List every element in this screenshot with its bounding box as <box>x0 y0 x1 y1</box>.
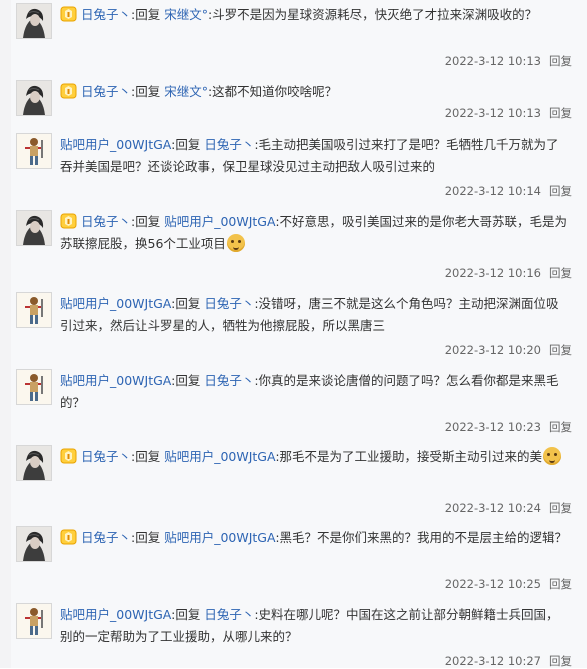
comment-text: :这都不知道你咬啥呢？ <box>207 84 338 99</box>
smile-emoji-icon <box>226 234 245 252</box>
reply-target-link[interactable]: 日兔子丶 <box>204 137 254 152</box>
comment-text: :那毛不是为了工业援助，接受斯主动引过来的美 <box>275 449 543 464</box>
reply-to-label: :回复 <box>171 296 205 311</box>
comment-content: 日兔子丶:回复 贴吧用户_00WJtGA:那毛不是为了工业援助，接受斯主动引过来… <box>60 446 570 468</box>
reply-button[interactable]: 回复 <box>549 106 572 120</box>
comment-author-link[interactable]: 日兔子丶 <box>81 84 131 99</box>
comment-author-link[interactable]: 贴吧用户_00WJtGA <box>60 607 171 622</box>
reply-button[interactable]: 回复 <box>549 420 572 434</box>
avatar[interactable] <box>16 80 52 116</box>
reply-button[interactable]: 回复 <box>549 266 572 280</box>
reply-to-label: :回复 <box>131 530 165 545</box>
comment-meta: 2022-3-12 10:25 回复 <box>445 576 572 592</box>
comment-author-link[interactable]: 日兔子丶 <box>81 449 131 464</box>
reply-to-label: :回复 <box>171 607 205 622</box>
comment-timestamp: 2022-3-12 10:14 <box>444 184 541 198</box>
vip-badge-icon <box>60 83 77 99</box>
reply-target-link[interactable]: 日兔子丶 <box>204 607 254 622</box>
reply-to-label: :回复 <box>171 137 205 152</box>
comment-timestamp: 2022-3-12 10:16 <box>444 266 541 280</box>
page-left-strip <box>0 0 11 668</box>
vip-badge-icon <box>60 529 77 545</box>
reply-button[interactable]: 回复 <box>549 184 572 198</box>
reply-target-link[interactable]: 宋继文° <box>164 7 208 22</box>
avatar[interactable] <box>16 210 52 246</box>
avatar[interactable] <box>16 3 52 39</box>
avatar[interactable] <box>16 292 52 328</box>
reply-to-label: :回复 <box>131 449 165 464</box>
vip-badge-icon <box>60 213 77 229</box>
reply-target-link[interactable]: 日兔子丶 <box>204 373 254 388</box>
reply-to-label: :回复 <box>171 373 205 388</box>
comment-text: :黑毛？不是你们来黑的？我用的不是层主给的逻辑？ <box>275 530 568 545</box>
comment-meta: 2022-3-12 10:20 回复 <box>445 342 572 358</box>
comment-timestamp: 2022-3-12 10:27 <box>444 654 541 668</box>
reply-to-label: :回复 <box>131 214 165 229</box>
vip-badge-icon <box>60 6 77 22</box>
smug-emoji-icon <box>543 447 562 465</box>
reply-button[interactable]: 回复 <box>549 654 572 668</box>
comment-author-link[interactable]: 日兔子丶 <box>81 530 131 545</box>
avatar[interactable] <box>16 526 52 562</box>
comment-content: 贴吧用户_00WJtGA:回复 日兔子丶:你真的是来谈论唐僧的问题了吗？怎么看你… <box>60 370 570 414</box>
reply-to-label: :回复 <box>131 84 165 99</box>
comment-meta: 2022-3-12 10:13 回复 <box>445 105 572 121</box>
comment-meta: 2022-3-12 10:23 回复 <box>445 419 572 435</box>
comment-meta: 2022-3-12 10:16 回复 <box>445 265 572 281</box>
comment-author-link[interactable]: 日兔子丶 <box>81 214 131 229</box>
comment-timestamp: 2022-3-12 10:23 <box>444 420 541 434</box>
comment-content: 日兔子丶:回复 宋继文°:斗罗不是因为星球资源耗尽，快灭绝了才拉来深渊吸收的？ <box>60 4 570 26</box>
comment-content: 日兔子丶:回复 宋继文°:这都不知道你咬啥呢？ <box>60 81 570 103</box>
reply-to-label: :回复 <box>131 7 165 22</box>
reply-button[interactable]: 回复 <box>549 577 572 591</box>
comment-content: 贴吧用户_00WJtGA:回复 日兔子丶:毛主动把美国吸引过来打了是吧？毛牺牲几… <box>60 134 570 178</box>
comment-author-link[interactable]: 日兔子丶 <box>81 7 131 22</box>
comment-content: 日兔子丶:回复 贴吧用户_00WJtGA:不好意思，吸引美国过来的是你老大哥苏联… <box>60 211 570 255</box>
avatar[interactable] <box>16 445 52 481</box>
comment-author-link[interactable]: 贴吧用户_00WJtGA <box>60 296 171 311</box>
comment-meta: 2022-3-12 10:24 回复 <box>445 500 572 516</box>
comment-timestamp: 2022-3-12 10:13 <box>444 106 541 120</box>
reply-target-link[interactable]: 贴吧用户_00WJtGA <box>164 214 275 229</box>
comment-meta: 2022-3-12 10:13 回复 <box>445 53 572 69</box>
comment-content: 贴吧用户_00WJtGA:回复 日兔子丶:没错呀，唐三不就是这么个角色吗？主动把… <box>60 293 570 337</box>
comment-meta: 2022-3-12 10:27 回复 <box>445 653 572 669</box>
reply-button[interactable]: 回复 <box>549 54 572 68</box>
comment-author-link[interactable]: 贴吧用户_00WJtGA <box>60 373 171 388</box>
reply-target-link[interactable]: 贴吧用户_00WJtGA <box>164 530 275 545</box>
vip-badge-icon <box>60 448 77 464</box>
comment-timestamp: 2022-3-12 10:24 <box>444 501 541 515</box>
reply-target-link[interactable]: 宋继文° <box>164 84 208 99</box>
comment-timestamp: 2022-3-12 10:25 <box>444 577 541 591</box>
comment-timestamp: 2022-3-12 10:13 <box>444 54 541 68</box>
reply-target-link[interactable]: 日兔子丶 <box>204 296 254 311</box>
comment-author-link[interactable]: 贴吧用户_00WJtGA <box>60 137 171 152</box>
comment-timestamp: 2022-3-12 10:20 <box>444 343 541 357</box>
comment-meta: 2022-3-12 10:14 回复 <box>445 183 572 199</box>
comment-content: 日兔子丶:回复 贴吧用户_00WJtGA:黑毛？不是你们来黑的？我用的不是层主给… <box>60 527 570 549</box>
avatar[interactable] <box>16 603 52 639</box>
comment-content: 贴吧用户_00WJtGA:回复 日兔子丶:史料在哪儿呢？中国在这之前让部分朝鲜籍… <box>60 604 570 648</box>
reply-target-link[interactable]: 贴吧用户_00WJtGA <box>164 449 275 464</box>
reply-button[interactable]: 回复 <box>549 501 572 515</box>
reply-button[interactable]: 回复 <box>549 343 572 357</box>
avatar[interactable] <box>16 369 52 405</box>
comment-text: :斗罗不是因为星球资源耗尽，快灭绝了才拉来深渊吸收的？ <box>207 7 538 22</box>
avatar[interactable] <box>16 133 52 169</box>
